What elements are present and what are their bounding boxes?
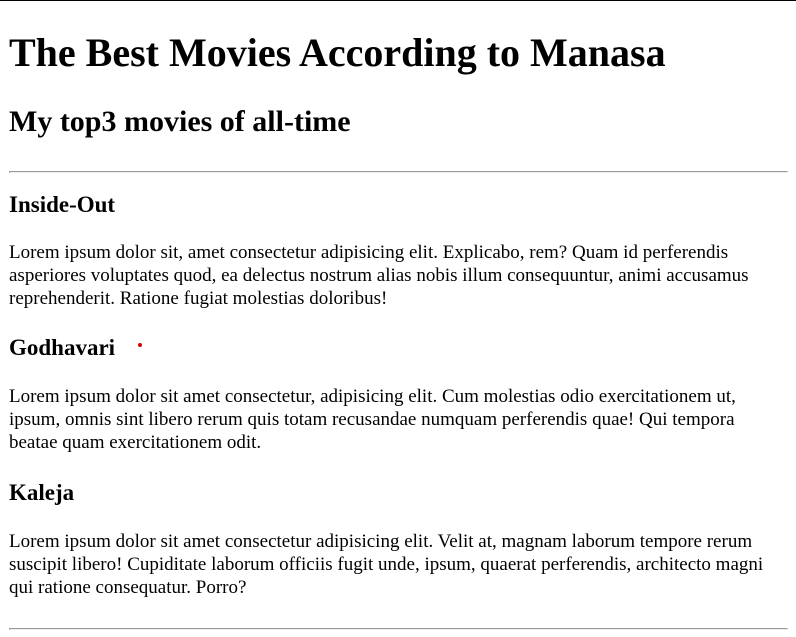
movie-title: Inside-Out — [9, 192, 116, 217]
top-divider — [9, 171, 788, 173]
bottom-divider — [9, 628, 788, 630]
page-subtitle: My top3 movies of all-time — [9, 105, 351, 138]
movie-description: Lorem ipsum dolor sit, amet consectetur … — [9, 242, 749, 309]
window-top-border — [0, 0, 796, 1]
page-title: The Best Movies According to Manasa — [9, 30, 666, 75]
cursor-dot-icon — [138, 343, 142, 347]
movie-description: Lorem ipsum dolor sit amet consectetur a… — [9, 531, 764, 598]
movie-title: Godhavari — [9, 335, 116, 360]
movie-title: Kaleja — [9, 480, 75, 505]
movie-description: Lorem ipsum dolor sit amet consectetur, … — [9, 386, 736, 453]
